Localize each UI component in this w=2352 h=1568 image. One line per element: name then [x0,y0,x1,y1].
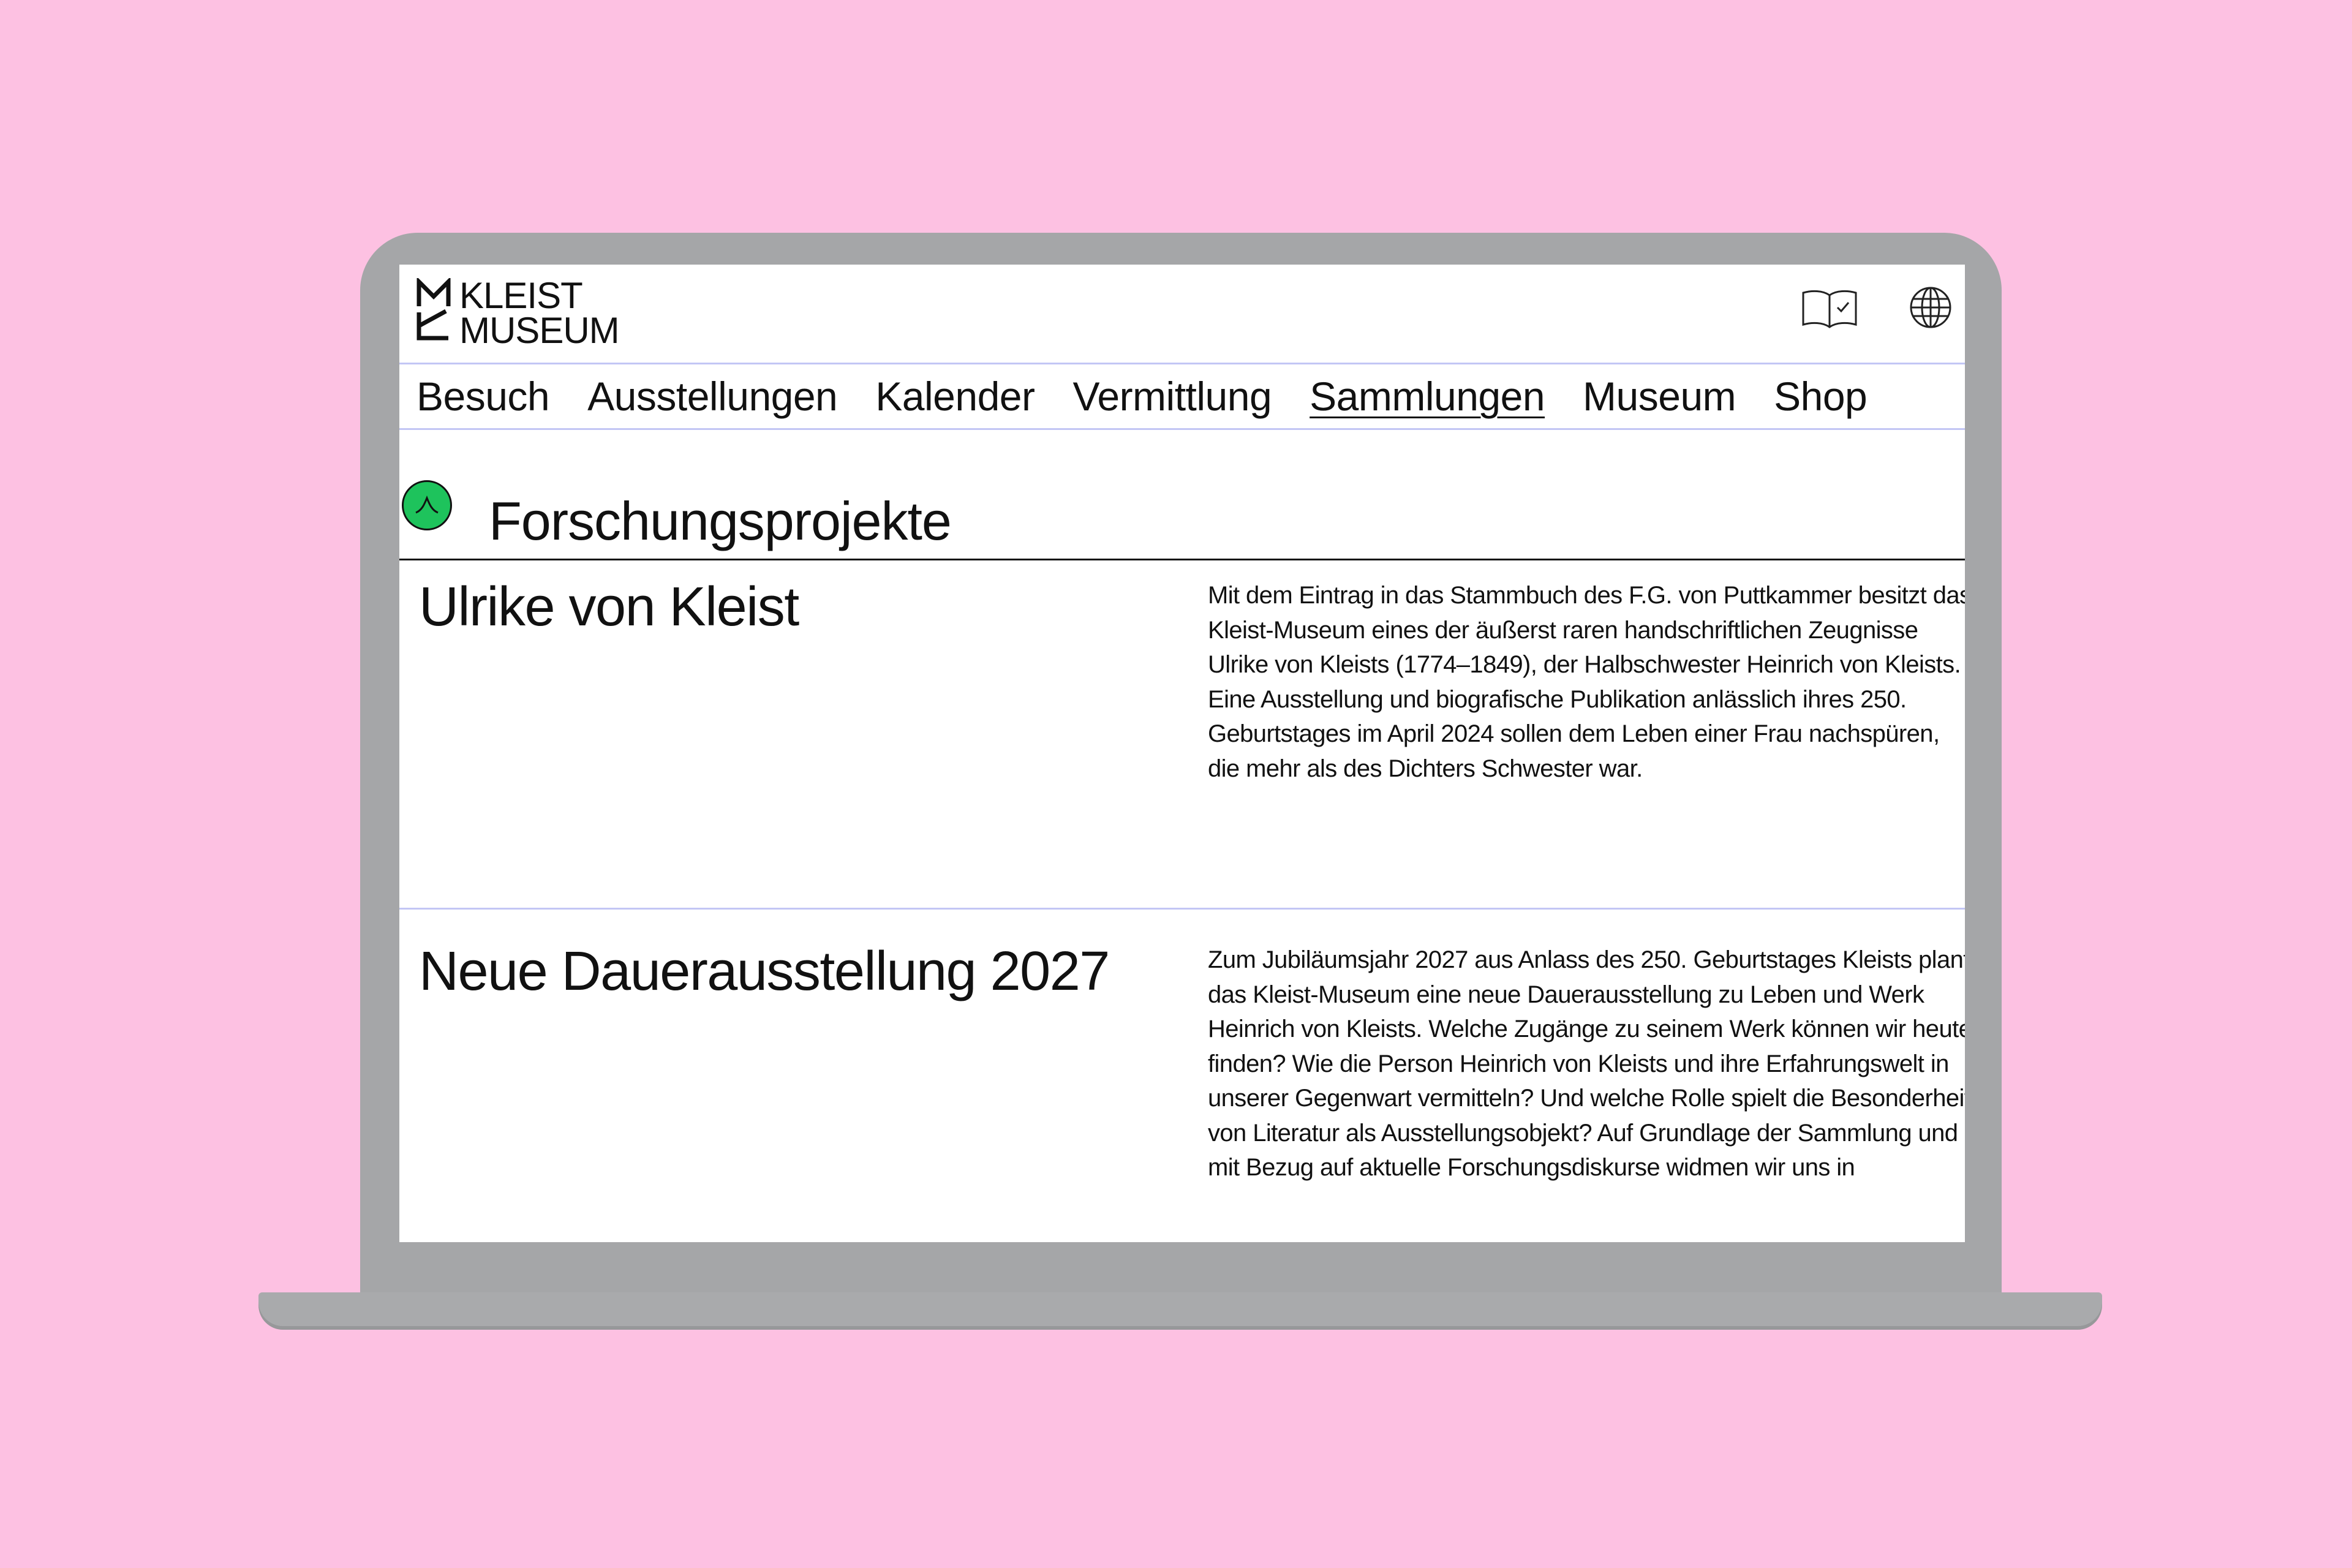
nav-item-museum[interactable]: Museum [1583,373,1736,420]
project-item[interactable]: Ulrike von Kleist Mit dem Eintrag in das… [399,561,1965,910]
nav-item-ausstellungen[interactable]: Ausstellungen [587,373,838,420]
kleist-logo-mark-icon [417,278,451,341]
project-title[interactable]: Neue Dauerausstellung 2027 [419,940,1110,1003]
section-header: Forschungsprojekte [399,467,1965,560]
nav-item-vermittlung[interactable]: Vermittlung [1072,373,1272,420]
nav-item-sammlungen[interactable]: Sammlungen [1310,373,1545,420]
site-logo[interactable]: KLEIST MUSEUM [417,275,620,351]
site-header: KLEIST MUSEUM [399,265,1965,363]
arch-icon [415,495,439,514]
project-description: Mit dem Eintrag in das Stammbuch des F.G… [1208,582,1965,782]
page-title: Forschungsprojekte [489,491,952,551]
logo-line-1: KLEIST [459,275,583,316]
logo-line-2: MUSEUM [459,310,620,351]
project-title[interactable]: Ulrike von Kleist [419,576,799,639]
project-description: Zum Jubiläumsjahr 2027 aus Anlass des 25… [1208,946,1965,1181]
browser-screen: KLEIST MUSEUM Besuch Ausstellungen Kalen… [399,265,1965,1242]
nav-item-shop[interactable]: Shop [1774,373,1868,420]
nav-item-besuch[interactable]: Besuch [417,373,550,420]
book-check-icon[interactable] [1801,287,1858,331]
main-nav: Besuch Ausstellungen Kalender Vermittlun… [399,363,1965,430]
section-badge [402,480,452,530]
nav-item-kalender[interactable]: Kalender [875,373,1035,420]
globe-icon[interactable] [1906,283,1955,332]
project-item[interactable]: Neue Dauerausstellung 2027 Zum Jubiläums… [399,910,1965,1242]
laptop-base [258,1292,2102,1326]
